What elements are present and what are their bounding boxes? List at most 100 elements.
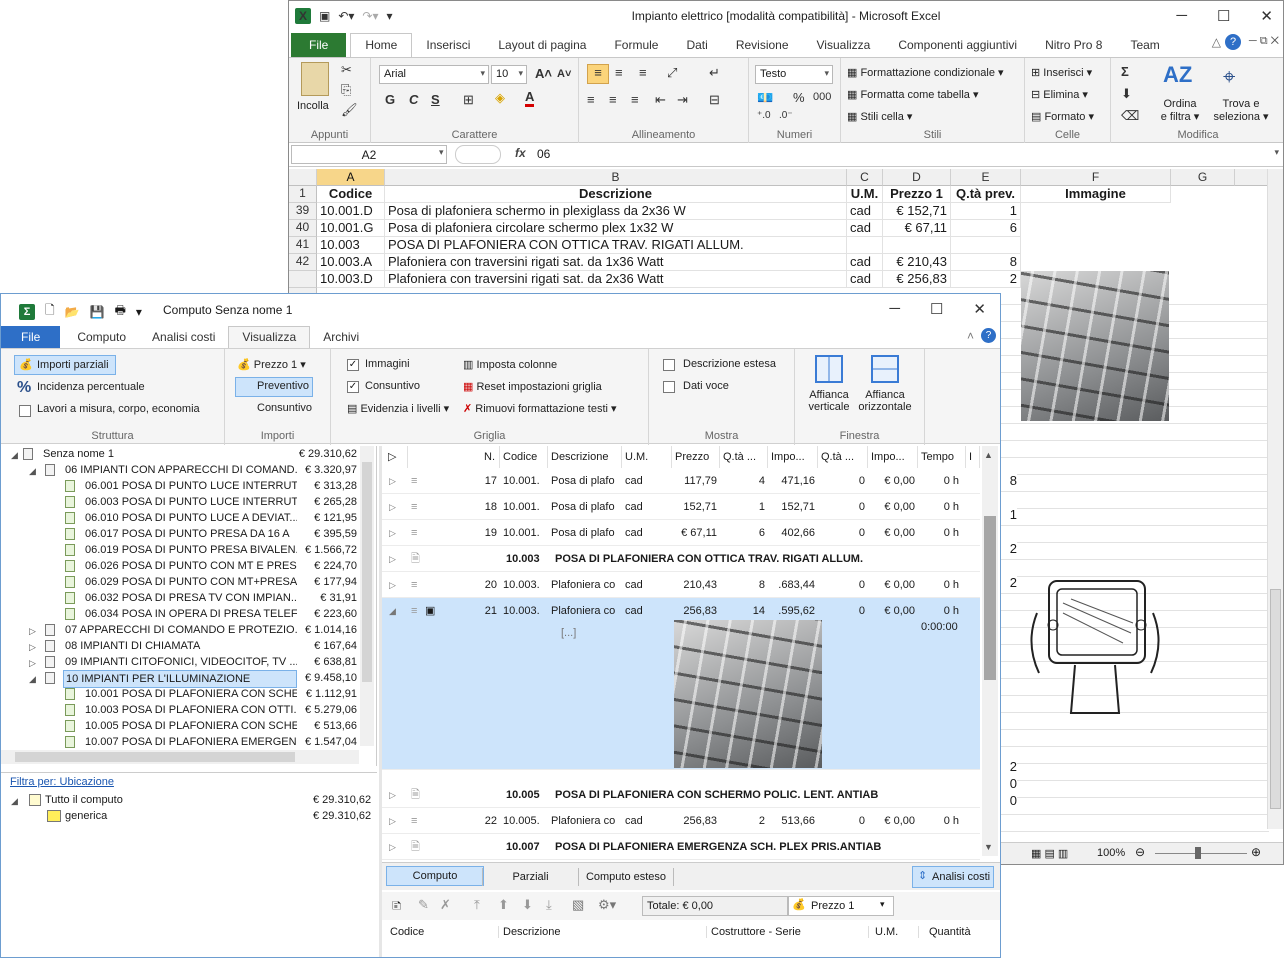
cell-c[interactable]: cad xyxy=(847,254,883,271)
evidenzia-livelli-button[interactable]: ▤ Evidenzia i livelli ▾ xyxy=(347,402,449,415)
delete-cells-button[interactable]: ⊟ Elimina ▾ xyxy=(1031,88,1088,101)
grid-cell-cod[interactable]: 10.005. xyxy=(500,808,548,834)
customize-qat-icon[interactable]: ▾ xyxy=(136,305,142,319)
collapse-icon[interactable]: ◢ xyxy=(11,447,18,463)
grid-header-i[interactable]: I xyxy=(966,446,980,468)
cell-a[interactable]: 10.001.G xyxy=(317,220,385,237)
tab-team[interactable]: Team xyxy=(1116,34,1173,57)
conditional-formatting-button[interactable]: ▦ Formattazione condizionale ▾ xyxy=(847,66,1004,79)
add-item-icon[interactable]: 🗈 xyxy=(392,897,402,919)
grid-cell-um[interactable]: cad xyxy=(622,598,672,624)
column-header-g[interactable]: G xyxy=(1171,169,1235,186)
grid-cell-t[interactable]: 0 h xyxy=(918,572,962,598)
cell-styles-button[interactable]: ▦ Stili cella ▾ xyxy=(847,110,912,123)
consuntivo-checkbox[interactable]: ✓ xyxy=(347,381,359,393)
tile-horizontal-icon[interactable] xyxy=(871,355,899,383)
grid-header-prezzo[interactable]: Prezzo xyxy=(672,446,720,468)
find-select-button[interactable]: Trova e seleziona ▾ xyxy=(1211,98,1271,123)
decrease-indent-icon[interactable]: ⇤ xyxy=(655,92,666,108)
cell-a[interactable]: 10.001.D xyxy=(317,203,385,220)
clear-icon[interactable]: ⌫ xyxy=(1121,108,1139,124)
zoom-in-icon[interactable]: ⊕ xyxy=(1251,845,1261,859)
lavori-checkbox[interactable] xyxy=(19,405,31,417)
tree-item[interactable]: ◢ 10 IMPIANTI PER L'ILLUMINAZIONE € 9.458,… xyxy=(1,670,361,688)
expand-icon[interactable]: ▷ xyxy=(29,655,36,671)
borders-icon[interactable]: ⊞ xyxy=(463,92,474,108)
expand-icon[interactable]: ▷ xyxy=(386,572,399,598)
align-middle-icon[interactable]: ≡ xyxy=(615,65,623,80)
number-format-select[interactable]: Testo xyxy=(755,65,833,84)
help-icon[interactable]: ? xyxy=(981,328,996,343)
cell-d[interactable]: € 67,11 xyxy=(883,220,951,237)
align-bottom-icon[interactable]: ≡ xyxy=(639,65,647,80)
descrizione-estesa-checkbox[interactable] xyxy=(663,359,675,371)
grid-header-um[interactable]: U.M. xyxy=(622,446,672,468)
currency-icon[interactable]: 💶 xyxy=(757,90,773,106)
tree-vertical-scrollbar[interactable] xyxy=(360,446,374,746)
tree-item[interactable]: 10.007 POSA DI PLAFONIERA EMERGEN... € 1.… xyxy=(1,734,361,750)
expand-icon[interactable]: ▷ xyxy=(386,468,399,494)
grid-cell-pr[interactable]: 117,79 xyxy=(672,468,720,494)
cell-e[interactable]: 1 xyxy=(951,203,1021,220)
workbook-controls-icon[interactable]: ─ ⧉ ✕ xyxy=(1249,35,1279,48)
row-header[interactable] xyxy=(289,271,317,288)
wrap-text-icon[interactable]: ↵ xyxy=(709,65,720,81)
grid-cell-time[interactable]: 0:00:00 xyxy=(918,614,961,640)
tree-item[interactable]: 06.010 POSA DI PUNTO LUCE A DEVIAT... € 1… xyxy=(1,510,361,526)
font-name-select[interactable]: Arial xyxy=(379,65,489,84)
grid-cell-imp2[interactable]: € 0,00 xyxy=(868,494,918,520)
rimuovi-formattazione-button[interactable]: ✗ Rimuovi formattazione testi ▾ xyxy=(463,402,617,415)
grid-cell-desc[interactable]: Plafoniera co xyxy=(548,572,622,598)
insert-cells-button[interactable]: ⊞ Inserisci ▾ xyxy=(1031,66,1092,79)
grid-cell-q2[interactable]: 0 xyxy=(818,808,868,834)
luminaire-image[interactable] xyxy=(674,620,822,768)
excel-scroll-thumb[interactable] xyxy=(1270,589,1281,809)
table-row[interactable]: ▷ ≡ 19 10.001. Posa di plafo cad € 67,11 6 402,6… xyxy=(382,520,980,546)
chevron-down-icon[interactable]: ▾ xyxy=(880,899,885,910)
format-painter-icon[interactable]: 🖌 xyxy=(341,102,358,118)
grid-cell-n[interactable]: 19 xyxy=(454,520,500,546)
struttura-tree[interactable]: ◢ Senza nome 1 € 29.310,62 ◢ 06 IMPIANTI CON… xyxy=(1,446,377,766)
name-box[interactable]: A2 xyxy=(291,145,447,164)
format-cells-button[interactable]: ▤ Formato ▾ xyxy=(1031,110,1094,123)
grid-header-n[interactable]: N. xyxy=(454,446,500,468)
grid-cell-imp[interactable]: 402,66 xyxy=(768,520,818,546)
copy-icon[interactable]: ⎘ xyxy=(341,82,351,98)
grid-cell-q[interactable]: 4 xyxy=(720,468,768,494)
grid-cell-pr[interactable]: 152,71 xyxy=(672,494,720,520)
increase-decimal-icon[interactable]: ⁺.0 xyxy=(757,110,771,121)
tree-horizontal-scrollbar[interactable] xyxy=(1,750,359,764)
grow-font-icon[interactable]: A˄ xyxy=(535,66,552,81)
tile-vertical-icon[interactable] xyxy=(815,355,843,383)
cell-b[interactable]: Posa di plafoniera circolare schermo ple… xyxy=(385,220,847,237)
grid-cell-imp2[interactable]: € 0,00 xyxy=(868,572,918,598)
grid-cell-n[interactable]: 18 xyxy=(454,494,500,520)
move-down-icon[interactable]: ⬇ xyxy=(522,897,533,913)
percent-button[interactable]: % xyxy=(793,90,805,105)
move-top-icon[interactable]: ⤒ xyxy=(474,897,480,913)
maximize-icon[interactable]: ☐ xyxy=(930,300,943,318)
percent-icon[interactable]: % xyxy=(17,379,31,397)
cell-c[interactable]: cad xyxy=(847,271,883,288)
cell-d[interactable]: € 210,43 xyxy=(883,254,951,271)
excel-vertical-scrollbar[interactable] xyxy=(1267,169,1283,829)
column-header-c[interactable]: C xyxy=(847,169,883,186)
tree-item[interactable]: 06.001 POSA DI PUNTO LUCE INTERRUT... € 3… xyxy=(1,478,361,494)
tab-visualizza[interactable]: Visualizza xyxy=(228,326,311,348)
expand-icon[interactable]: ◢ xyxy=(11,796,18,807)
expand-icon[interactable]: ▷ xyxy=(29,623,36,639)
print-icon[interactable]: 🖶 xyxy=(115,301,126,322)
tree-item[interactable]: ▷ 09 IMPIANTI CITOFONICI, VIDEOCITOF, TV … xyxy=(1,654,361,670)
minimize-icon[interactable]: ─ xyxy=(889,300,900,318)
bottom-header-quantita[interactable]: Quantità xyxy=(918,926,971,938)
move-bottom-icon[interactable]: ⤓ xyxy=(546,897,552,913)
tree-item[interactable]: ◢ 06 IMPIANTI CON APPARECCHI DI COMAND...… xyxy=(1,462,361,478)
namebox-dropdown-icon[interactable]: ▾ xyxy=(439,147,444,158)
cell-qta-value[interactable]: 2 xyxy=(989,271,1017,286)
paste-icon[interactable] xyxy=(301,62,329,96)
save-icon[interactable]: 💾 xyxy=(90,305,105,319)
grid-cell-pr[interactable]: 210,43 xyxy=(672,572,720,598)
cell-e[interactable]: 8 xyxy=(951,254,1021,271)
tile-vertical-button[interactable]: Affianca verticale xyxy=(807,389,851,413)
open-icon[interactable]: 📂 xyxy=(65,305,80,319)
